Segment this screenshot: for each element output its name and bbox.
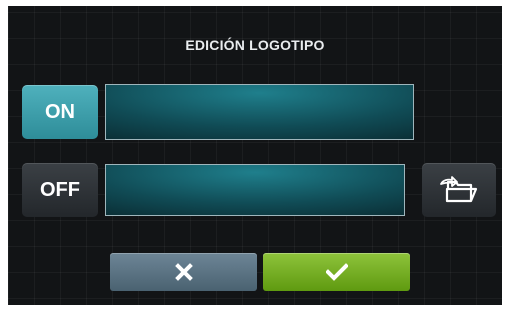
folder-open-icon <box>440 176 478 203</box>
close-icon <box>174 263 193 281</box>
page-title: EDICIÓN LOGOTIPO <box>185 37 325 53</box>
logo-on-field[interactable] <box>105 84 414 140</box>
logo-editor-screen: EDICIÓN LOGOTIPO ON OFF <box>8 6 502 305</box>
browse-folder-button[interactable] <box>422 163 496 217</box>
logo-off-field[interactable] <box>105 164 405 216</box>
check-icon <box>325 263 348 281</box>
on-toggle-button[interactable]: ON <box>22 85 98 139</box>
off-toggle-button[interactable]: OFF <box>22 163 98 217</box>
confirm-button[interactable] <box>263 253 410 291</box>
cancel-button[interactable] <box>110 253 257 291</box>
